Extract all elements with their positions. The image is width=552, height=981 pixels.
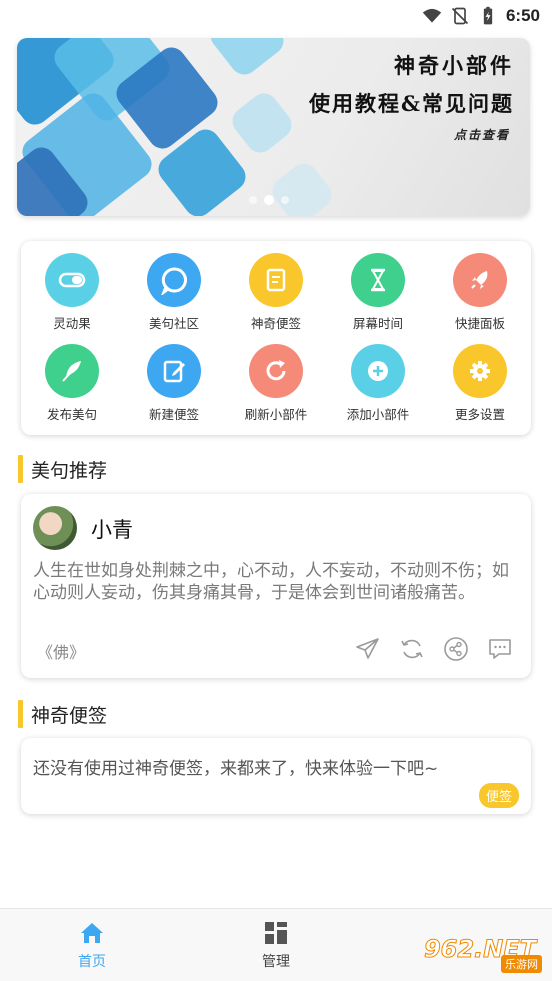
- avatar[interactable]: [33, 506, 77, 550]
- grid-item-magic-notes[interactable]: 神奇便签: [225, 253, 327, 344]
- grid-label: 添加小部件: [346, 407, 410, 422]
- banner-cta: 点击查看: [453, 128, 510, 142]
- grid-item-screen-time[interactable]: 屏幕时间: [327, 253, 429, 344]
- refresh-icon: [249, 344, 303, 398]
- bottom-nav: 首页 管理 962.NET 乐游网: [0, 908, 552, 981]
- note-badge: 便签: [478, 783, 519, 808]
- plus-icon: [351, 344, 405, 398]
- carousel-dot-active: [264, 195, 274, 205]
- grid-label: 发布美句: [46, 407, 97, 422]
- grid-item-quick-panel[interactable]: 快捷面板: [429, 253, 531, 344]
- quote-text: 人生在世如身处荆棘之中，心不动，人不妄动，不动则不伤；如心动则人妄动，伤其身痛其…: [33, 561, 509, 603]
- chat-bubble-icon: [147, 253, 201, 307]
- quote-card[interactable]: 小青 人生在世如身处荆棘之中，心不动，人不妄动，不动则不伤；如心动则人妄动，伤其…: [21, 494, 531, 678]
- section-title-quotes: 美句推荐: [18, 455, 107, 483]
- grid-item-dynamic-fruit[interactable]: 灵动果: [21, 253, 123, 344]
- section-title-text: 神奇便签: [31, 704, 108, 727]
- grid-label: 神奇便签: [250, 316, 301, 331]
- banner-title: 神奇小部件: [394, 53, 514, 78]
- section-title-text: 美句推荐: [31, 459, 108, 482]
- section-bar: [18, 700, 23, 728]
- feather-icon: [45, 344, 99, 398]
- grid-item-more-settings[interactable]: 更多设置: [429, 344, 531, 435]
- grid-label: 新建便签: [148, 407, 199, 422]
- watermark-logo: 962.NET 乐游网: [414, 919, 546, 979]
- grid-manage-icon: [265, 922, 287, 944]
- carousel-dot: [249, 196, 257, 204]
- status-bar: 6:50: [0, 0, 552, 32]
- nav-item-manage[interactable]: 管理: [236, 921, 316, 971]
- carousel-dot: [281, 196, 289, 204]
- grid-item-new-note[interactable]: 新建便签: [123, 344, 225, 435]
- note-card[interactable]: 还没有使用过神奇便签，来都来了，快来体验一下吧~ 便签: [21, 738, 531, 814]
- toggle-icon: [45, 253, 99, 307]
- carousel-indicator: [249, 195, 289, 205]
- share-icon[interactable]: [443, 636, 469, 662]
- grid-label: 屏幕时间: [352, 316, 403, 331]
- battery-charging-icon: [483, 6, 493, 25]
- grid-item-add-widget[interactable]: 添加小部件: [327, 344, 429, 435]
- refresh-icon[interactable]: [399, 636, 425, 662]
- grid-item-refresh-widget[interactable]: 刷新小部件: [225, 344, 327, 435]
- grid-label: 快捷面板: [454, 316, 505, 331]
- watermark-subtext: 乐游网: [501, 955, 542, 973]
- grid-item-quote-community[interactable]: 美句社区: [123, 253, 225, 344]
- grid-item-publish-quote[interactable]: 发布美句: [21, 344, 123, 435]
- comment-icon[interactable]: [487, 636, 513, 662]
- rocket-icon: [453, 253, 507, 307]
- hourglass-icon: [351, 253, 405, 307]
- gear-icon: [453, 344, 507, 398]
- nav-label-home: 首页: [78, 954, 106, 970]
- note-icon: [249, 253, 303, 307]
- home-icon: [81, 923, 103, 943]
- username[interactable]: 小青: [91, 514, 133, 544]
- grid-label: 美句社区: [148, 316, 199, 331]
- nav-item-home[interactable]: 首页: [52, 921, 132, 971]
- banner-subtitle: 使用教程&常见问题: [309, 91, 514, 116]
- tutorial-banner[interactable]: 神奇小部件 使用教程&常见问题 点击查看: [17, 38, 530, 216]
- section-title-notes: 神奇便签: [18, 700, 107, 728]
- grid-label: 刷新小部件: [244, 407, 308, 422]
- grid-label: 更多设置: [454, 407, 505, 422]
- nav-label-manage: 管理: [262, 954, 290, 970]
- quote-source: 《佛》: [37, 643, 86, 662]
- feature-grid: 灵动果 美句社区 神奇便签 屏幕时间 快捷面板 发布美句 新建便签 刷新小部件 …: [21, 241, 531, 435]
- quote-actions: [355, 636, 513, 662]
- section-bar: [18, 455, 23, 483]
- clock: 6:50: [505, 6, 540, 25]
- wifi-icon: [422, 8, 442, 23]
- edit-note-icon: [147, 344, 201, 398]
- grid-label: 灵动果: [53, 316, 91, 331]
- no-sim-icon: [451, 7, 469, 25]
- note-text: 还没有使用过神奇便签，来都来了，快来体验一下吧~: [33, 759, 439, 779]
- send-icon[interactable]: [355, 636, 381, 662]
